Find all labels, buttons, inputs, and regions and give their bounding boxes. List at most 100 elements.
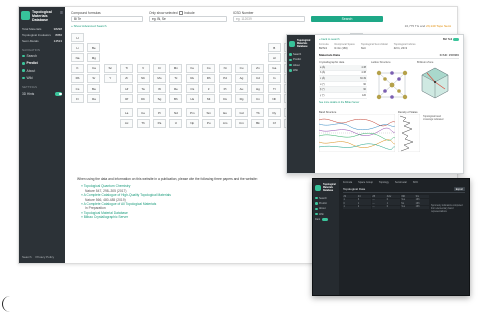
back-link[interactable]: « back to search (319, 37, 340, 41)
element-gd[interactable]: Gd (235, 108, 248, 118)
element-cm[interactable]: Cm (235, 118, 248, 128)
element-fr[interactable]: Fr (71, 94, 84, 104)
element-nh[interactable]: Nh (267, 94, 281, 104)
sidebar-item-search[interactable]: Search (19, 53, 65, 60)
sidebar-item-about[interactable]: About (19, 67, 65, 74)
element-mt[interactable]: Mt (202, 94, 216, 104)
element-pu[interactable]: Pu (202, 118, 216, 128)
element-ni[interactable]: Ni (218, 63, 232, 73)
toggle-switch[interactable] (321, 218, 328, 222)
element-rf[interactable]: Rf (120, 94, 134, 104)
detail-nav-wiki[interactable]: Wiki (287, 68, 315, 73)
bilbao-link[interactable]: See more details on the Bilbao Server (319, 101, 367, 104)
sidebar-item-predict[interactable]: Predict (19, 60, 65, 67)
icsd-input[interactable]: eg. 112039 (233, 16, 305, 22)
element-la[interactable]: La (120, 108, 134, 118)
dos-plot[interactable] (397, 113, 421, 153)
element-k[interactable]: K (71, 63, 84, 73)
lattice-structure-image[interactable] (371, 65, 413, 103)
element-cf[interactable]: Cf (267, 118, 281, 128)
element-b[interactable]: B (267, 43, 281, 53)
element-rg[interactable]: Rg (235, 94, 248, 104)
element-na[interactable]: Na (71, 53, 84, 63)
advanced-search-link[interactable]: » Show Advanced Search (71, 24, 106, 28)
element-cu[interactable]: Cu (235, 63, 248, 73)
footer-link-privacy[interactable]: Privacy Policy (36, 255, 55, 259)
element-ac[interactable]: Ac (120, 118, 134, 128)
element-ru[interactable]: Ru (185, 73, 199, 83)
element-sm[interactable]: Sm (202, 108, 216, 118)
element-dy[interactable]: Dy (267, 108, 281, 118)
include-input[interactable]: eg. Bi, Se (149, 16, 227, 22)
element-y[interactable]: Y (103, 73, 117, 83)
element-re[interactable]: Re (169, 84, 183, 93)
element-ga[interactable]: Ga (267, 63, 281, 73)
sidebar-item-wiki[interactable]: Wiki (19, 74, 65, 81)
element-ca[interactable]: Ca (87, 63, 101, 73)
compound-input[interactable]: Bi Te (71, 16, 143, 22)
element-rh[interactable]: Rh (202, 73, 216, 83)
checkbox-icon[interactable] (179, 11, 183, 15)
element-nd[interactable]: Nd (169, 108, 183, 118)
brillouin-zone-image[interactable] (417, 65, 453, 101)
element-tb[interactable]: Tb (251, 108, 265, 118)
element-co[interactable]: Co (202, 63, 216, 73)
menu-icon[interactable]: ≡ (60, 10, 63, 16)
element-be[interactable]: Be (87, 43, 101, 53)
element-pt[interactable]: Pt (218, 84, 232, 93)
element-np[interactable]: Np (185, 118, 199, 128)
element-w[interactable]: W (153, 84, 166, 93)
toggle-switch[interactable] (453, 37, 459, 41)
element-eu[interactable]: Eu (218, 108, 232, 118)
footer-link-search[interactable]: Search (22, 255, 32, 259)
element-ir[interactable]: Ir (202, 84, 216, 93)
element-bk[interactable]: Bk (251, 118, 265, 128)
element-au[interactable]: Au (235, 84, 248, 93)
element-fe[interactable]: Fe (185, 63, 199, 73)
element-hf[interactable]: Hf (120, 84, 134, 93)
element-u[interactable]: U (169, 118, 183, 128)
element-nb[interactable]: Nb (136, 73, 150, 83)
toggle-switch[interactable] (55, 92, 62, 96)
element-pd[interactable]: Pd (218, 73, 232, 83)
element-hs[interactable]: Hs (185, 94, 199, 104)
element-ce[interactable]: Ce (136, 108, 150, 118)
element-sg[interactable]: Sg (153, 94, 166, 104)
element-ba[interactable]: Ba (87, 84, 101, 93)
element-sc[interactable]: Sc (103, 63, 117, 73)
element-rb[interactable]: Rb (71, 73, 84, 83)
element-cr[interactable]: Cr (153, 63, 166, 73)
setting-3d-hints[interactable]: 3D Hints (19, 90, 65, 97)
element-sr[interactable]: Sr (87, 73, 101, 83)
element-ag[interactable]: Ag (235, 73, 248, 83)
element-zr[interactable]: Zr (120, 73, 134, 83)
element-ti[interactable]: Ti (120, 63, 134, 73)
element-li[interactable]: Li (71, 43, 84, 53)
element-v[interactable]: V (136, 63, 150, 73)
element-pa[interactable]: Pa (153, 118, 166, 128)
element-in[interactable]: In (267, 73, 281, 83)
band-structure-plot[interactable] (318, 113, 396, 153)
element-ta[interactable]: Ta (136, 84, 150, 93)
element-tl[interactable]: Tl (267, 84, 281, 93)
element-pr[interactable]: Pr (153, 108, 166, 118)
element-pm[interactable]: Pm (185, 108, 199, 118)
element-am[interactable]: Am (218, 118, 232, 128)
reference-link[interactable]: » Bilbao Crystallographic Server (77, 215, 277, 219)
element-al[interactable]: Al (267, 53, 281, 63)
export-button[interactable]: Export (453, 187, 465, 192)
dark-setting[interactable]: Dark (313, 217, 339, 222)
element-bh[interactable]: Bh (169, 94, 183, 104)
element-ra[interactable]: Ra (87, 94, 101, 104)
element-os[interactable]: Os (185, 84, 199, 93)
element-ds[interactable]: Ds (218, 94, 232, 104)
element-mn[interactable]: Mn (169, 63, 183, 73)
element-cs[interactable]: Cs (71, 84, 84, 93)
element-db[interactable]: Db (136, 94, 150, 104)
element-hg[interactable]: Hg (251, 84, 265, 93)
search-button[interactable]: Search (311, 16, 383, 22)
element-h[interactable]: H (71, 33, 84, 42)
element-cd[interactable]: Cd (251, 73, 265, 83)
element-zn[interactable]: Zn (251, 63, 265, 73)
element-mo[interactable]: Mo (153, 73, 166, 83)
